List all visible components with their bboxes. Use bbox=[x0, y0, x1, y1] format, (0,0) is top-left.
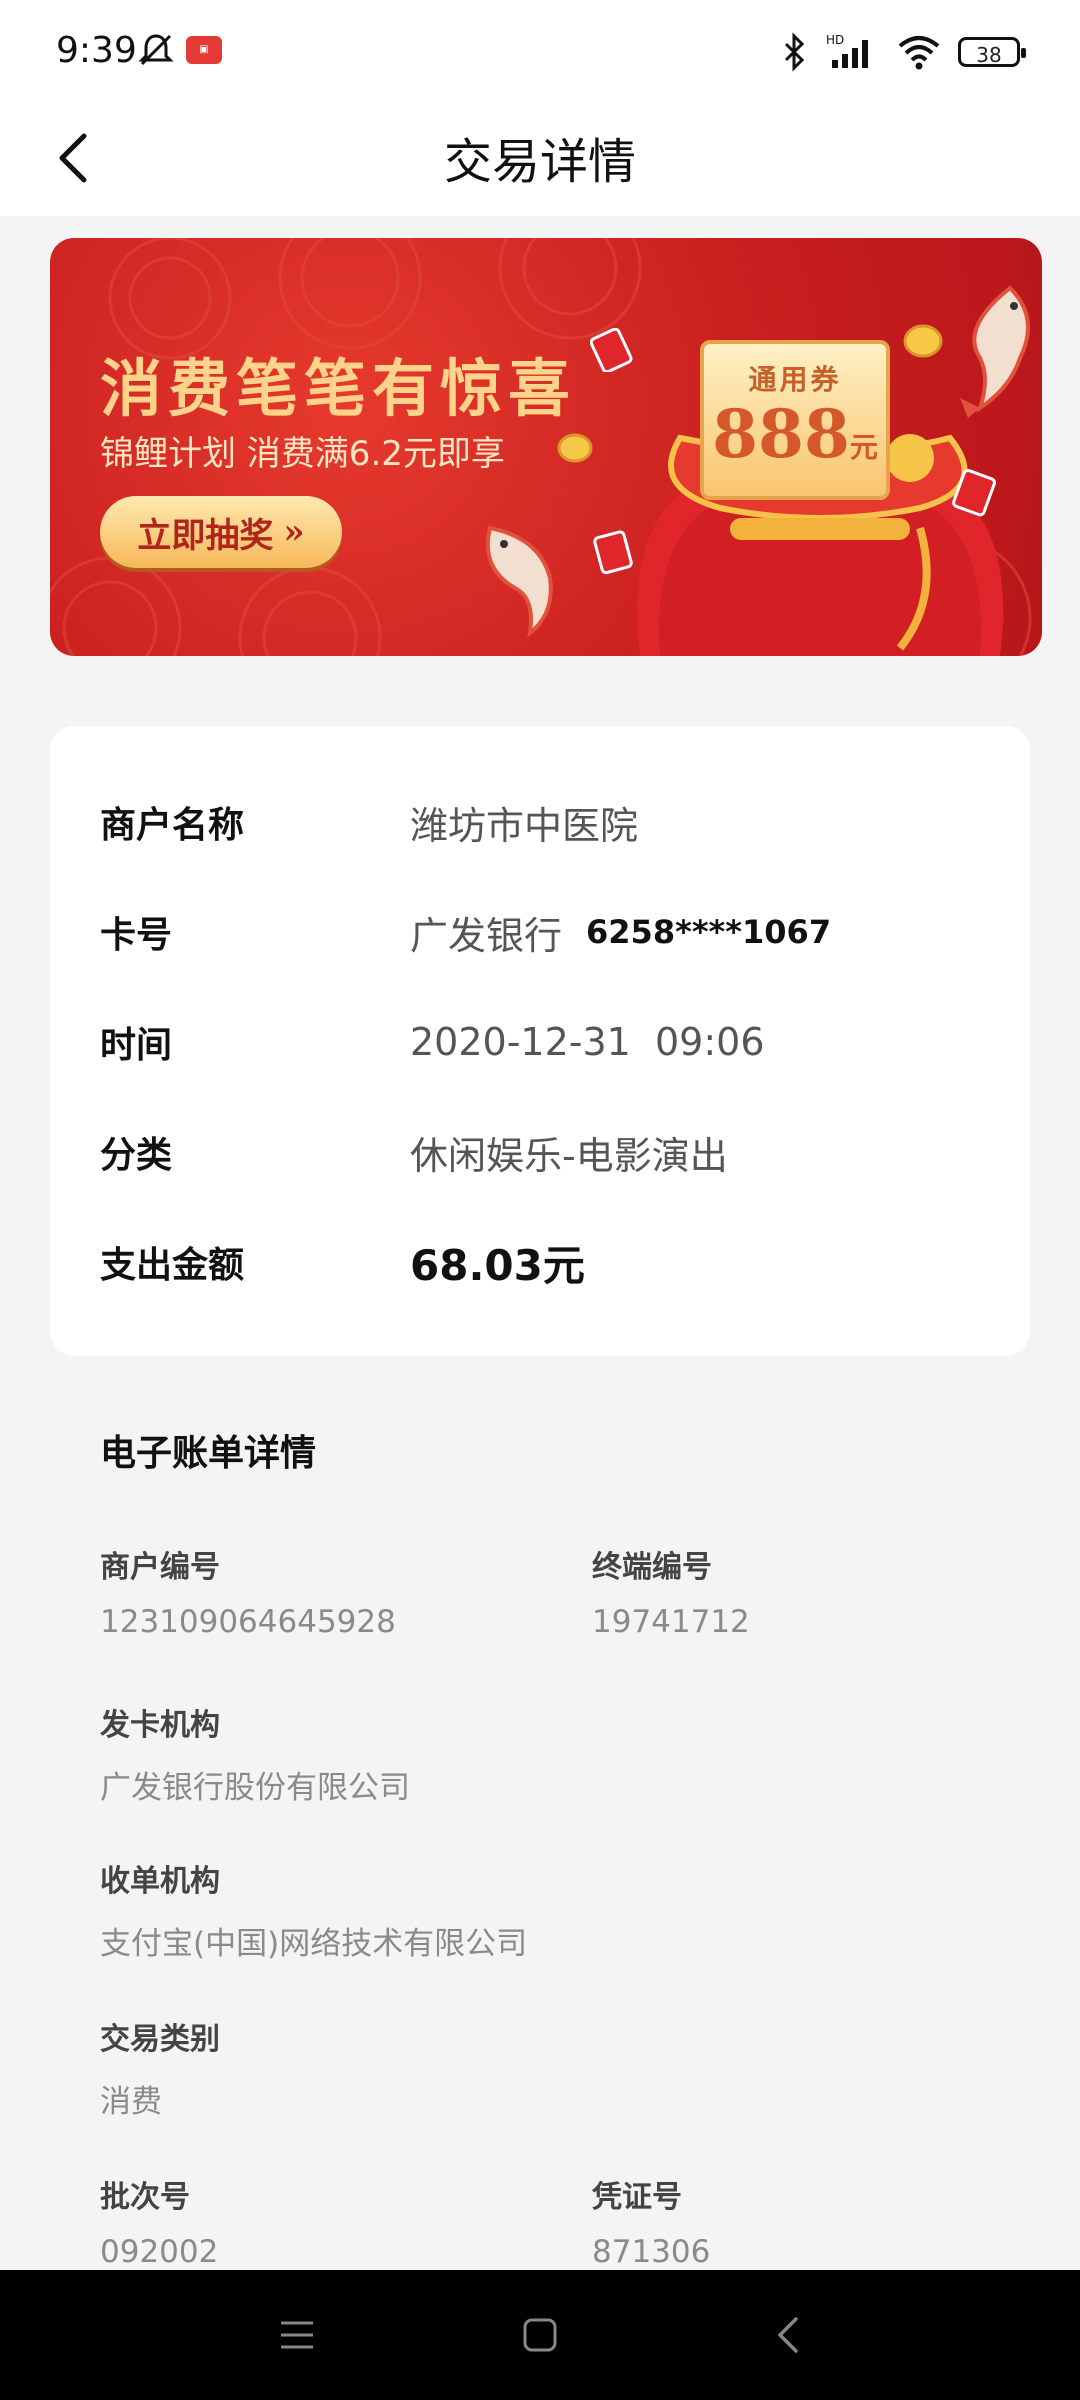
system-back-button[interactable] bbox=[758, 2305, 818, 2365]
gold-coin-icon bbox=[903, 324, 943, 358]
mute-bell-icon bbox=[138, 34, 174, 66]
merchant-no-label: 商户编号 bbox=[100, 1550, 220, 1585]
time-value: 2020-12-31 09:06 bbox=[410, 1020, 765, 1064]
coupon-value: 888元 bbox=[704, 398, 886, 484]
amount-label: 支出金额 bbox=[100, 1245, 245, 1286]
status-bar: 9:39 ▣ HD 38 bbox=[0, 0, 1080, 100]
category-label: 分类 bbox=[100, 1135, 173, 1176]
home-button[interactable] bbox=[510, 2305, 570, 2365]
draw-lottery-button[interactable]: 立即抽奖 » bbox=[100, 496, 342, 568]
acquirer-field: 收单机构 支付宝(中国)网络技术有限公司 bbox=[100, 1856, 527, 1963]
category-row: 分类 休闲娱乐-电影演出 bbox=[100, 1122, 728, 1182]
merchant-label: 商户名称 bbox=[100, 805, 245, 846]
batch-no-label: 批次号 bbox=[100, 2180, 190, 2215]
page-title: 交易详情 bbox=[443, 134, 636, 190]
red-packet-icon bbox=[593, 530, 633, 575]
promo-banner[interactable]: 通用券 888元 消费笔笔有惊喜 锦鲤计划 消费满6.2元即享 立即抽奖 » bbox=[50, 238, 1042, 656]
svg-text:HD: HD bbox=[826, 33, 844, 47]
draw-lottery-label: 立即抽奖 bbox=[137, 515, 274, 556]
battery-level: 38 bbox=[976, 43, 1002, 67]
card-number: 6258****1067 bbox=[586, 913, 832, 951]
back-triangle-icon bbox=[778, 2317, 798, 2353]
koi-fish-icon bbox=[485, 525, 553, 638]
red-packet-icon bbox=[590, 328, 633, 372]
hd-signal-icon: HD bbox=[826, 33, 868, 68]
coupon-unit: 元 bbox=[849, 431, 878, 464]
double-chevron-right-icon: » bbox=[283, 512, 305, 552]
voucher-no-value: 871306 bbox=[592, 2234, 711, 2270]
category-value: 休闲娱乐-电影演出 bbox=[410, 1133, 728, 1178]
issuer-field: 发卡机构 广发银行股份有限公司 bbox=[100, 1700, 410, 1807]
home-square-icon bbox=[523, 2318, 557, 2352]
time-label: 时间 bbox=[100, 1025, 173, 1066]
recent-apps-button[interactable] bbox=[267, 2305, 327, 2365]
amount-value: 68.03元 bbox=[410, 1240, 585, 1290]
card-label: 卡号 bbox=[100, 915, 173, 956]
acquirer-value: 支付宝(中国)网络技术有限公司 bbox=[100, 1926, 528, 1962]
voucher-no-field: 凭证号 871306 bbox=[592, 2172, 710, 2270]
red-packet-icon bbox=[952, 468, 996, 517]
status-icons: HD 38 bbox=[780, 28, 1026, 76]
batch-no-value: 092002 bbox=[100, 2234, 219, 2270]
voucher-no-label: 凭证号 bbox=[592, 2180, 682, 2215]
terminal-no-value: 19741712 bbox=[592, 1604, 750, 1640]
top-bar: 交易详情 bbox=[0, 100, 1080, 216]
merchant-no-value: 123109064645928 bbox=[100, 1604, 396, 1640]
amount-row: 支出金额 68.03元 bbox=[100, 1232, 585, 1292]
menu-icon bbox=[281, 2321, 313, 2349]
bill-section-title: 电子账单详情 bbox=[100, 1433, 317, 1474]
koi-fish-icon bbox=[960, 285, 1030, 418]
transaction-type-field: 交易类别 消费 bbox=[100, 2014, 220, 2121]
merchant-no-field: 商户编号 123109064645928 bbox=[100, 1542, 396, 1640]
terminal-no-field: 终端编号 19741712 bbox=[592, 1542, 750, 1640]
coupon-number: 888 bbox=[712, 395, 850, 473]
gold-coin-icon bbox=[557, 433, 593, 463]
issuer-label: 发卡机构 bbox=[100, 1708, 220, 1743]
time-row: 时间 2020-12-31 09:06 bbox=[100, 1012, 765, 1072]
coupon-card: 通用券 888元 bbox=[700, 340, 890, 500]
batch-no-field: 批次号 092002 bbox=[100, 2172, 218, 2270]
app-notification-icon: ▣ bbox=[186, 36, 222, 64]
bluetooth-icon bbox=[784, 32, 805, 72]
transaction-type-value: 消费 bbox=[100, 2084, 162, 2120]
card-row: 卡号 广发银行 6258****1067 bbox=[100, 902, 831, 962]
acquirer-label: 收单机构 bbox=[100, 1864, 220, 1899]
terminal-no-label: 终端编号 bbox=[592, 1550, 712, 1585]
status-time: 9:39 bbox=[56, 30, 137, 71]
issuer-value: 广发银行股份有限公司 bbox=[100, 1770, 410, 1806]
coupon-label: 通用券 bbox=[748, 363, 842, 396]
transaction-type-label: 交易类别 bbox=[100, 2022, 220, 2057]
merchant-row: 商户名称 潍坊市中医院 bbox=[100, 792, 638, 852]
system-nav-bar bbox=[0, 2270, 1080, 2400]
transaction-card: 商户名称 潍坊市中医院 卡号 广发银行 6258****1067 时间 2020… bbox=[50, 726, 1030, 1356]
card-bank: 广发银行 bbox=[410, 913, 563, 958]
merchant-value: 潍坊市中医院 bbox=[410, 803, 639, 848]
battery-icon: 38 bbox=[958, 37, 1026, 67]
banner-subtitle: 锦鲤计划 消费满6.2元即享 bbox=[100, 434, 505, 474]
wifi-icon bbox=[898, 36, 940, 70]
banner-title: 消费笔笔有惊喜 bbox=[100, 352, 577, 425]
